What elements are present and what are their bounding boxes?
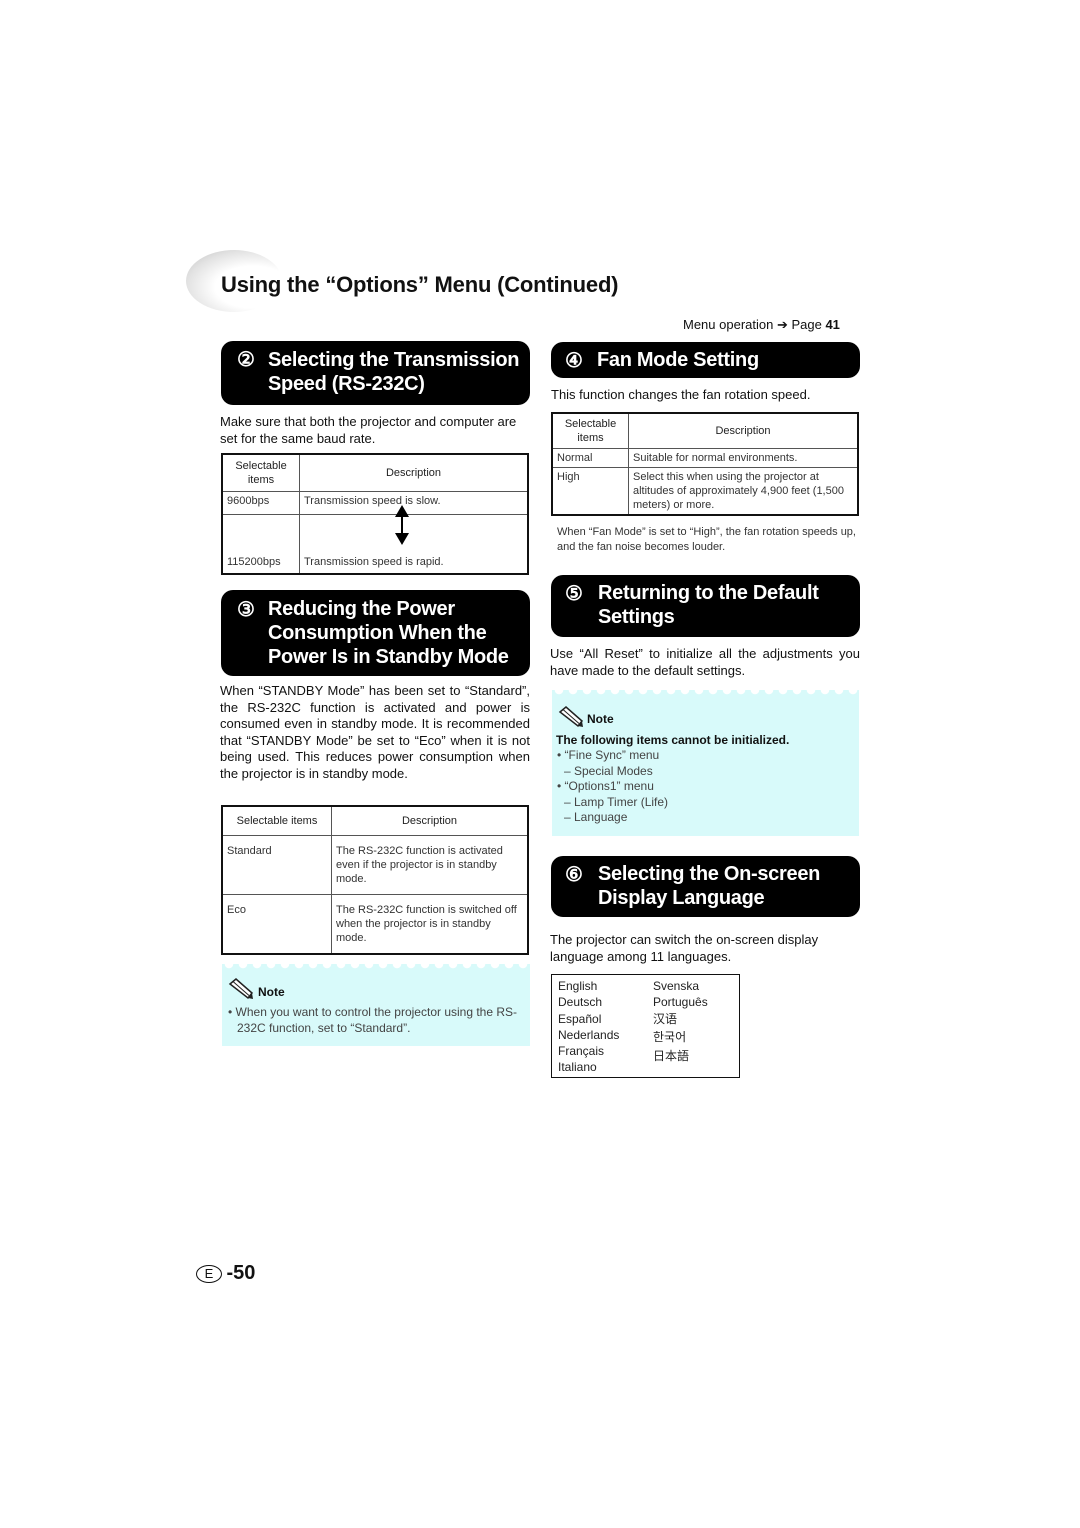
menu-operation-page: 41 — [825, 317, 840, 332]
language-item: Deutsch — [558, 995, 603, 1010]
language-column-2: Svenska Português 汉语 한국어 日本語 — [653, 978, 708, 1064]
page-footer: E -50 — [196, 1262, 255, 1285]
note-list-item: – Special Modes — [564, 763, 653, 778]
section-5-body: Use “All Reset” to initialize all the ad… — [550, 646, 860, 678]
note-label: Note — [258, 985, 285, 999]
note-list-item: – Lamp Timer (Life) — [564, 794, 669, 809]
note-label: Note — [587, 712, 614, 726]
table-row: Eco The RS-232C function is switched off… — [221, 894, 529, 955]
table-row-arrow — [221, 505, 529, 553]
language-item: Français — [558, 1044, 605, 1059]
section-number: ② — [237, 349, 255, 371]
section-2-heading: ② Selecting the Transmission Speed (RS-2… — [221, 341, 530, 405]
section-title-line: Selecting the On-screen — [598, 863, 821, 885]
section-4-heading: ④ Fan Mode Setting — [551, 342, 860, 378]
section-title-line: Power Is in Standby Mode — [268, 646, 509, 668]
menu-operation-reference[interactable]: Menu operation ➔ Page 41 — [683, 317, 840, 333]
table-row: 9600bps Transmission speed is slow. — [221, 491, 529, 515]
pencil-icon — [558, 706, 584, 728]
section-number: ③ — [237, 599, 255, 621]
section-title-line: Selecting the Transmission — [268, 349, 520, 371]
section-4-intro: This function changes the fan rotation s… — [551, 387, 811, 402]
table-row: Normal Suitable for normal environments. — [551, 448, 859, 468]
table-cell-item: High — [551, 467, 629, 516]
language-list: English Deutsch Español Nederlands Franç… — [551, 974, 740, 1078]
table-cell-arrow — [299, 505, 529, 553]
note-list: • “Fine Sync” menu – Special Modes • “Op… — [557, 748, 853, 826]
note-heading: The following items cannot be initialize… — [556, 733, 790, 747]
language-column-1: English Deutsch Español Nederlands Franç… — [558, 978, 619, 1076]
section-title-line: Consumption When the — [268, 622, 487, 644]
table-cell-description: The RS-232C function is switched off whe… — [331, 894, 529, 955]
language-item: Svenska — [653, 979, 700, 993]
page-number: -50 — [226, 1262, 256, 1284]
section-title-line: Returning to the Default — [598, 582, 819, 604]
language-badge: E — [196, 1264, 222, 1283]
table-cell-description: Transmission speed is slow. — [299, 491, 529, 515]
table-cell-item: 9600bps — [221, 491, 300, 515]
fan-mode-table: Selectable items Description Normal Suit… — [551, 412, 859, 516]
table-header-row: Selectable items Description — [221, 805, 529, 836]
section-3-heading: ③ Reducing the Power Consumption When th… — [221, 590, 530, 676]
standby-mode-table: Selectable items Description Standard Th… — [221, 805, 529, 955]
menu-operation-label: Menu operation ➔ Page — [683, 317, 822, 332]
note-bullet-text: When you want to control the projector u… — [235, 1005, 518, 1035]
language-item: Português — [653, 995, 708, 1010]
language-item: 한국어 — [653, 1029, 687, 1044]
section-title-line: Reducing the Power — [268, 598, 455, 620]
column-header: Selectable items — [221, 453, 300, 492]
note-box-rs232c: Note • When you want to control the proj… — [222, 964, 530, 1046]
fan-mode-remark: When “Fan Mode” is set to “High”, the fa… — [557, 526, 856, 553]
up-down-arrow-icon — [395, 505, 409, 545]
section-title-line: Settings — [598, 606, 675, 628]
baud-rate-table: Selectable items Description 9600bps Tra… — [221, 453, 529, 575]
section-number: ⑥ — [565, 864, 583, 886]
language-item: Español — [558, 1011, 602, 1026]
table-cell-description: Select this when using the projector at … — [628, 467, 859, 516]
note-bullet: • When you want to control the projector… — [228, 1005, 533, 1036]
language-item: 汉语 — [653, 1011, 678, 1026]
section-number: ⑤ — [565, 583, 583, 605]
section-2-intro: Make sure that both the projector and co… — [220, 414, 517, 446]
note-box-reset: Note The following items cannot be initi… — [552, 690, 859, 836]
table-header-row: Selectable items Description — [551, 412, 859, 449]
column-header: Description — [331, 805, 529, 836]
section-5-heading: ⑤ Returning to the Default Settings — [551, 575, 860, 637]
column-header: Selectable items — [221, 805, 332, 836]
table-cell-description: Suitable for normal environments. — [628, 448, 859, 468]
section-title: Fan Mode Setting — [597, 349, 759, 371]
section-title-line: Display Language — [598, 887, 765, 909]
section-6-body: The projector can switch the on-screen d… — [550, 932, 819, 964]
note-box-edge-decoration — [222, 964, 530, 972]
note-list-item: • “Options1” menu — [557, 779, 654, 793]
table-cell-item: Normal — [551, 448, 629, 468]
page-title: Using the “Options” Menu (Continued) — [221, 272, 619, 297]
table-row: 115200bps Transmission speed is rapid. — [221, 553, 529, 575]
table-cell-description: The RS-232C function is activated even i… — [331, 835, 529, 895]
section-3-body: When “STANDBY Mode” has been set to “Sta… — [220, 683, 530, 781]
table-row: High Select this when using the projecto… — [551, 467, 859, 516]
table-cell-item: Eco — [221, 894, 332, 955]
pencil-icon — [228, 978, 254, 1000]
language-item: English — [558, 979, 598, 993]
column-header: Description — [299, 453, 529, 492]
note-box-edge-decoration — [552, 690, 859, 698]
column-header: Selectable items — [551, 412, 629, 449]
language-item: 日本語 — [653, 1049, 690, 1064]
table-cell-description: Transmission speed is rapid. — [299, 553, 529, 575]
note-list-item: – Language — [564, 810, 628, 824]
section-number: ④ — [565, 350, 583, 372]
table-header-row: Selectable items Description — [221, 453, 529, 492]
note-list-item: • “Fine Sync” menu — [557, 748, 660, 762]
table-cell-item: 115200bps — [221, 553, 300, 575]
table-row: Standard The RS-232C function is activat… — [221, 835, 529, 895]
column-header: Description — [628, 412, 859, 449]
table-cell-item: Standard — [221, 835, 332, 895]
language-item: Italiano — [558, 1060, 597, 1075]
section-title-line: Speed (RS-232C) — [268, 373, 425, 395]
bullet-dot: • — [228, 1005, 236, 1019]
section-6-heading: ⑥ Selecting the On-screen Display Langua… — [551, 856, 860, 917]
table-cell-empty — [221, 514, 300, 553]
language-item: Nederlands — [558, 1027, 620, 1042]
